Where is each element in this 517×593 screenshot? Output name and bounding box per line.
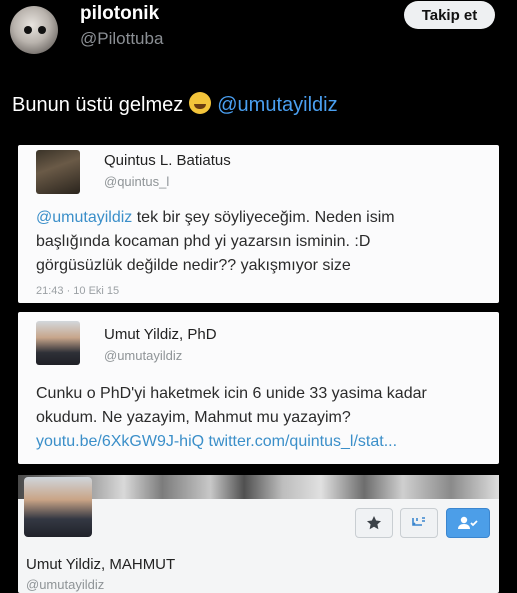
- card1-avatar: [36, 150, 80, 194]
- tweet-mention-link[interactable]: @umutayildiz: [217, 94, 337, 116]
- avatar[interactable]: [10, 6, 58, 54]
- card3-name: Umut Yildiz, MAHMUT: [26, 556, 176, 573]
- card2-links: youtu.be/6XkGW9J-hiQ twitter.com/quintus…: [36, 433, 398, 450]
- list-add-icon: [400, 508, 438, 538]
- card1-body: @umutayildiz tek bir şey söyliyeceğim. N…: [36, 206, 456, 278]
- tweet-body: Bunun üstü gelmez: [12, 94, 184, 116]
- follow-button[interactable]: Takip et: [404, 1, 495, 29]
- card1-timestamp: 21:43 · 10 Eki 15: [36, 285, 120, 297]
- card2-name: Umut Yildiz, PhD: [104, 326, 217, 343]
- card2-body: Cunku o PhD'yi haketmek icin 6 unide 33 …: [36, 385, 427, 426]
- user-handle[interactable]: @Pilottuba: [80, 29, 163, 49]
- tweet-text: Bunun üstü gelmez @umutayildiz: [12, 92, 338, 117]
- card1-mention: @umutayildiz: [36, 209, 133, 226]
- card2-avatar: [36, 321, 80, 365]
- display-name[interactable]: pilotonik: [80, 3, 159, 25]
- grinning-sweat-emoji-icon: [189, 92, 212, 114]
- card1-name: Quintus L. Batiatus: [104, 152, 231, 169]
- card1-handle: @quintus_l: [104, 174, 170, 189]
- card3-avatar: [24, 477, 92, 537]
- card3-handle: @umutayildiz: [26, 577, 105, 592]
- card2-handle: @umutayildiz: [104, 348, 183, 363]
- star-icon: [355, 508, 393, 538]
- follow-icon: [446, 508, 490, 538]
